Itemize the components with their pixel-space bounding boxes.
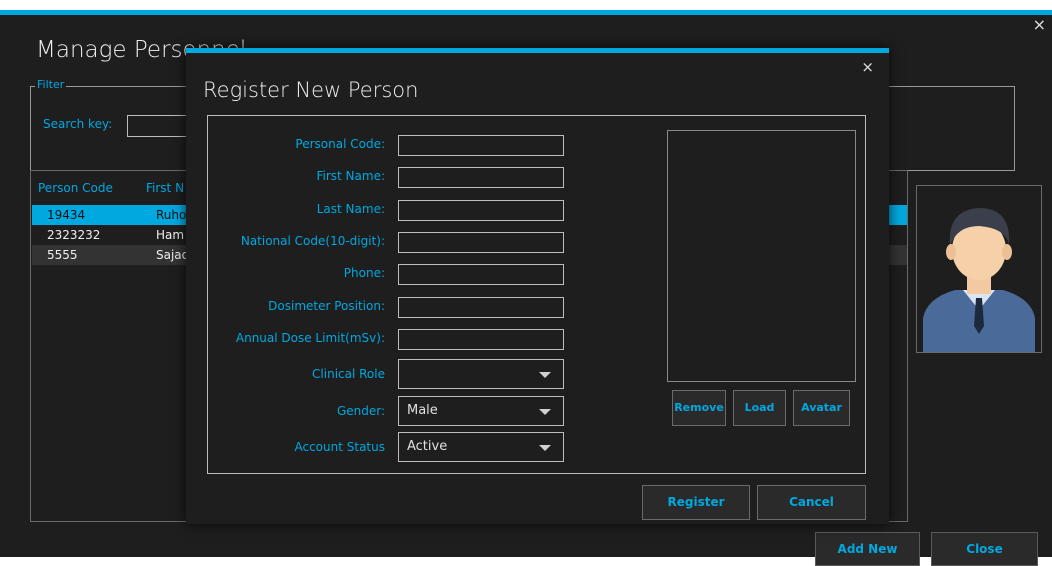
first-name-field[interactable] [398,167,564,188]
phone-field[interactable] [398,264,564,285]
dialog-close-button[interactable]: × [861,58,874,76]
gender-label: Gender: [336,404,385,418]
gender-select[interactable]: Male [398,396,564,426]
annual-dose-limit-field[interactable] [398,329,564,350]
personal-code-field[interactable] [398,135,564,156]
avatar-preview [916,185,1042,353]
column-person-code[interactable]: Person Code [38,181,113,195]
row-person-code: 2323232 [47,228,101,242]
remove-photo-button[interactable]: Remove [672,390,726,426]
row-first-name: Sajad [156,248,190,262]
add-new-button[interactable]: Add New [815,532,920,566]
register-form: Personal Code: First Name: Last Name: Na… [207,115,866,474]
personal-code-label: Personal Code: [295,137,385,151]
close-button[interactable]: Close [931,532,1038,566]
register-button[interactable]: Register [642,485,750,520]
gender-value: Male [407,403,438,418]
row-person-code: 19434 [47,208,86,222]
row-first-name: Ruho [156,208,187,222]
chevron-down-icon [539,445,551,451]
phone-label: Phone: [343,266,385,280]
column-first-name[interactable]: First N [146,181,184,195]
load-photo-button[interactable]: Load [733,390,786,426]
avatar-button[interactable]: Avatar [793,390,850,426]
first-name-label: First Name: [316,169,385,183]
last-name-label: Last Name: [316,202,385,216]
row-first-name: Ham [156,228,185,242]
national-code-label: National Code(10-digit): [240,234,385,248]
national-code-field[interactable] [398,232,564,253]
clinical-role-label: Clinical Role [312,367,385,381]
chevron-down-icon [539,372,551,378]
dialog-title: Register New Person [203,78,419,102]
search-key-label: Search key: [43,117,113,131]
window-close-button[interactable]: × [1033,17,1046,33]
photo-preview [667,130,856,382]
cancel-button[interactable]: Cancel [757,485,866,520]
row-person-code: 5555 [47,248,78,262]
chevron-down-icon [539,409,551,415]
annual-dose-limit-label: Annual Dose Limit(mSv): [235,331,385,345]
account-status-label: Account Status [294,440,385,454]
avatar-icon [917,186,1041,352]
dosimeter-position-field[interactable] [398,297,564,318]
register-dialog: × Register New Person Personal Code: Fir… [186,48,889,524]
clinical-role-select[interactable] [398,359,564,389]
account-status-value: Active [407,439,448,454]
filter-legend: Filter [35,78,67,91]
last-name-field[interactable] [398,200,564,221]
dosimeter-position-label: Dosimeter Position: [268,299,385,313]
account-status-select[interactable]: Active [398,432,564,462]
